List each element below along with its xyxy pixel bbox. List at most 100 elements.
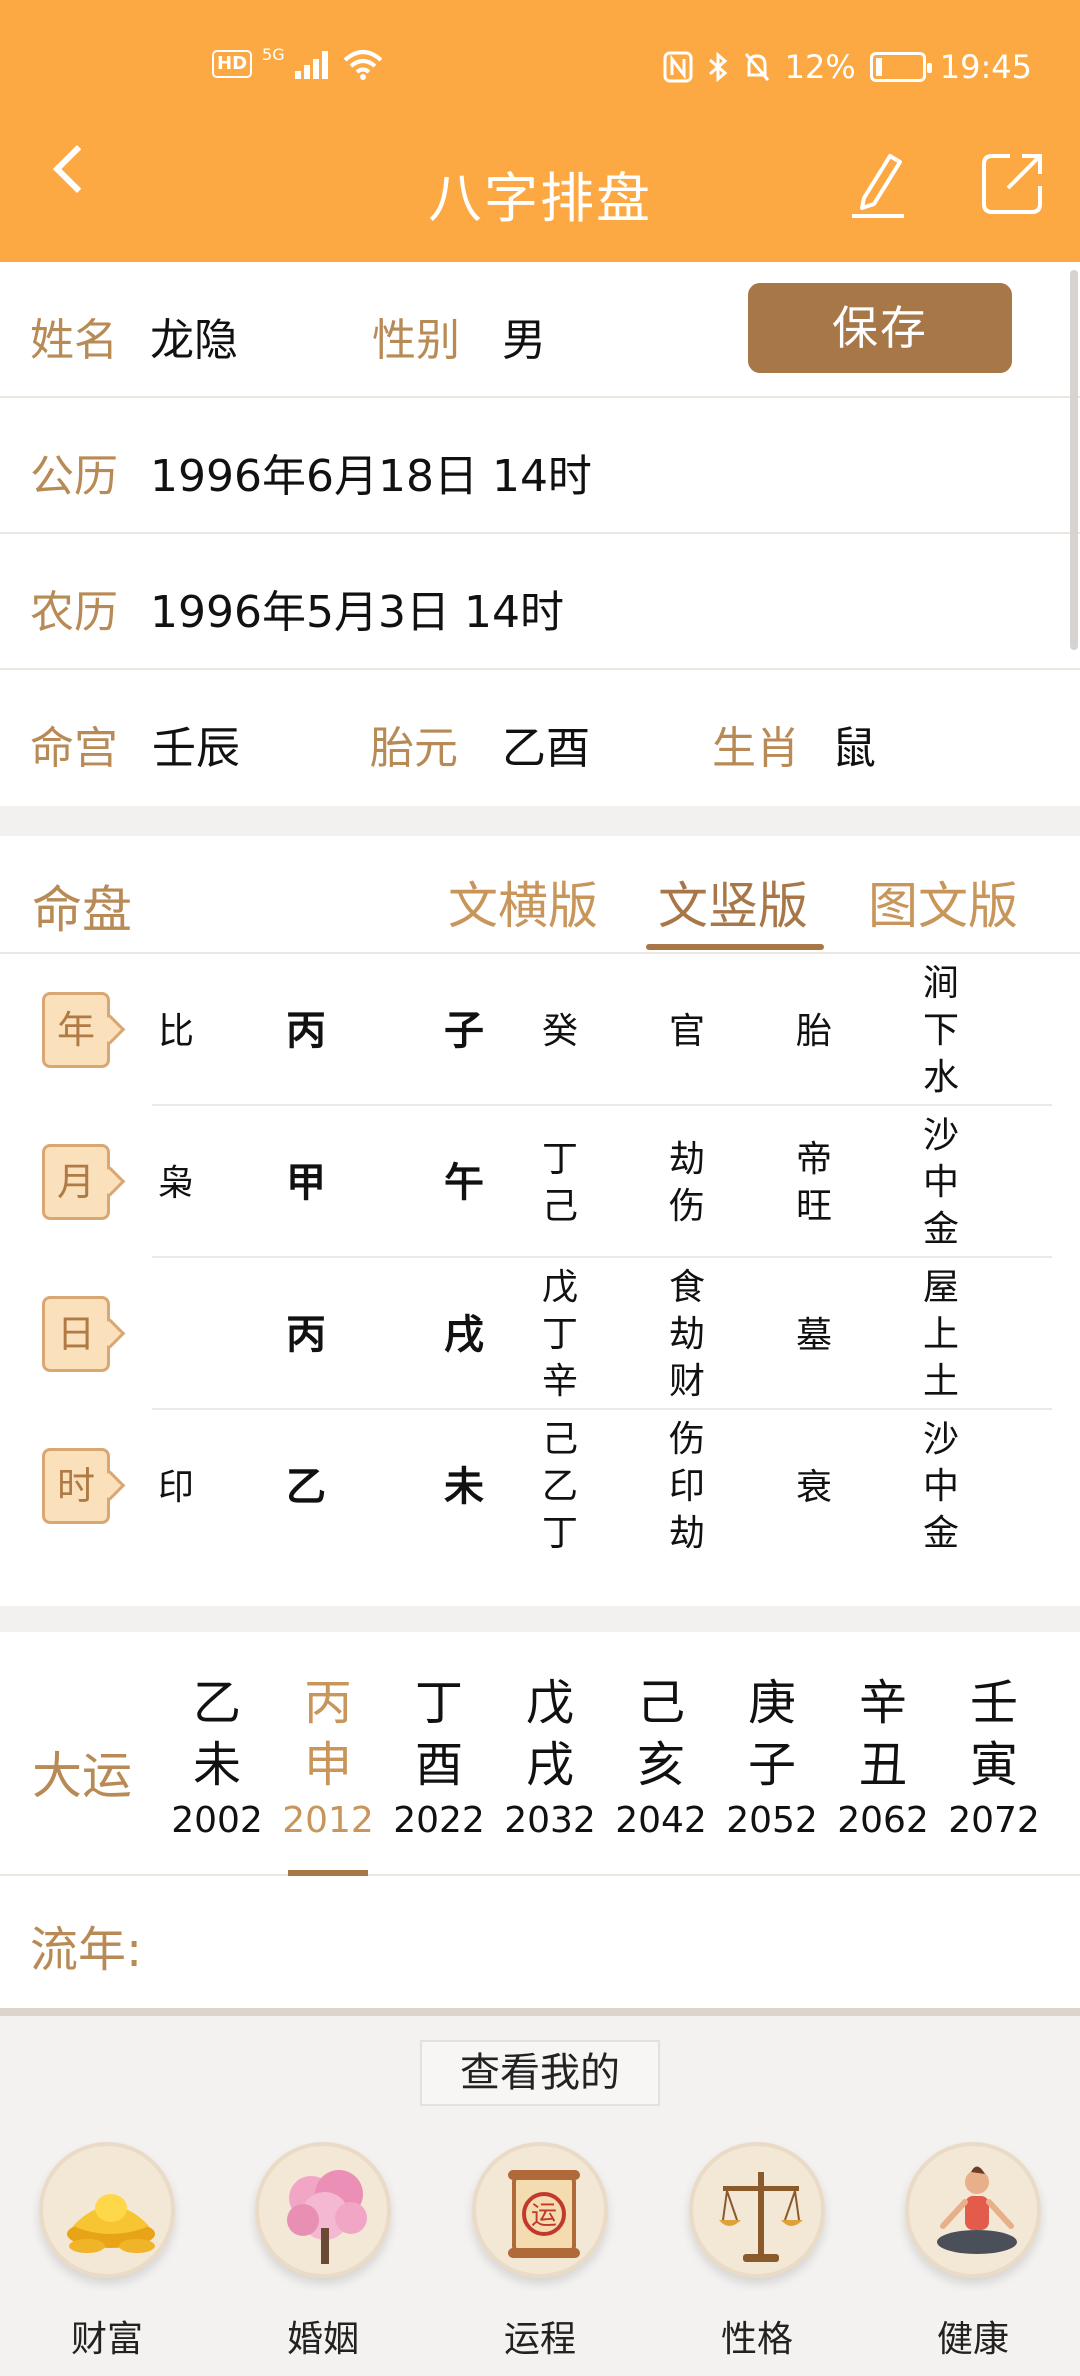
feature-personality[interactable]: 性格	[682, 2142, 832, 2362]
nayin: 沙中金	[923, 1115, 960, 1250]
lunar-row: 农历 1996年5月3日 14时	[0, 534, 1080, 670]
feature-health[interactable]: 健康	[898, 2142, 1048, 2362]
name-row: 姓名 龙隐 性别 男 保存	[0, 262, 1080, 398]
taiyuan-value: 乙酉	[502, 723, 590, 774]
tab-illustrated[interactable]: 图文版	[868, 866, 1018, 938]
dayun-stem: 己	[636, 1675, 685, 1731]
feature-label: 性格	[720, 2319, 793, 2360]
dayun-branch: 亥	[636, 1737, 685, 1793]
hd-icon: HD	[212, 50, 253, 78]
dayun-item[interactable]: 己 亥 2042	[606, 1672, 716, 1841]
dayun-year: 2042	[615, 1800, 707, 1841]
dayun-item[interactable]: 戊 戌 2032	[495, 1672, 605, 1841]
dayun-year: 2062	[837, 1800, 929, 1841]
feature-label: 健康	[936, 2319, 1009, 2360]
hidden-stems: 丁己	[542, 1139, 579, 1227]
hidden-gods: 官	[668, 1011, 705, 1052]
bluetooth-icon	[708, 51, 727, 83]
dayun-stem: 丁	[414, 1675, 463, 1731]
battery-percent: 12%	[784, 48, 856, 86]
dayun-stem: 庚	[747, 1675, 796, 1731]
hidden-gods: 劫伤	[669, 1139, 706, 1227]
heavenly-stem: 丙	[286, 1008, 326, 1054]
earthly-branch: 午	[444, 1160, 484, 1206]
liunian-row: 流年:	[0, 1876, 1080, 2008]
lunar-date: 1996年5月3日 14时	[150, 587, 564, 638]
feature-label: 婚姻	[286, 2319, 359, 2360]
dayun-branch: 子	[747, 1737, 796, 1793]
tab-horizontal[interactable]: 文横版	[448, 866, 598, 938]
clock: 19:45	[939, 48, 1032, 86]
battery-icon	[869, 52, 932, 82]
mute-bell-icon	[744, 53, 769, 81]
page-title: 八字排盘	[428, 167, 652, 230]
hidden-gods: 食劫财	[669, 1267, 706, 1402]
minggong-value: 壬辰	[152, 723, 240, 774]
hidden-stems: 癸	[541, 1011, 578, 1052]
pillar-row: 年 比 丙 子 癸 官 胎 涧下水	[0, 956, 1080, 1106]
dayun-stem: 乙	[192, 1675, 241, 1731]
dayun-stem: 壬	[969, 1675, 1018, 1731]
dayun-branch: 未	[192, 1737, 241, 1793]
wifi-icon	[343, 50, 382, 80]
nfc-icon	[663, 51, 693, 83]
feature-wealth[interactable]: 财富	[32, 2142, 182, 2362]
signal-icon	[294, 49, 333, 79]
edit-pencil-icon[interactable]	[850, 150, 906, 220]
dayun-year: 2072	[948, 1800, 1040, 1841]
life-stage: 衰	[795, 1467, 832, 1508]
dayun-branch: 申	[303, 1737, 352, 1793]
dayun-item[interactable]: 庚 子 2052	[717, 1672, 827, 1841]
name-value: 龙隐	[150, 315, 238, 366]
hidden-stems: 己乙丁	[542, 1419, 579, 1554]
feature-label: 财富	[70, 2319, 143, 2360]
tab-vertical[interactable]: 文竖版	[658, 866, 808, 938]
pillar-row: 月 枭 甲 午 丁己 劫伤 帝旺 沙中金	[0, 1108, 1080, 1258]
taiyuan-label: 胎元	[370, 723, 458, 774]
lunar-label: 农历	[30, 587, 118, 638]
minggong-label: 命宫	[30, 723, 118, 774]
liunian-label: 流年:	[30, 1922, 143, 1978]
scrollbar[interactable]	[1070, 270, 1078, 650]
dayun-item[interactable]: 辛 丑 2062	[828, 1672, 938, 1841]
save-button[interactable]: 保存	[748, 283, 1012, 373]
chart-heading: 命盘	[32, 881, 132, 939]
chart-panel: 命盘 文横版 文竖版 图文版 年 比 丙 子 癸 官 胎 涧下水 月 枭 甲 午…	[0, 836, 1080, 1606]
earthly-branch: 未	[444, 1464, 484, 1510]
pillar-badge: 日	[42, 1296, 110, 1372]
view-mine-title: 查看我的	[420, 2040, 660, 2106]
dayun-year: 2002	[171, 1800, 263, 1841]
dayun-item[interactable]: 乙 未 2002	[162, 1672, 272, 1841]
dayun-item-selected[interactable]: 丙 申 2012	[273, 1672, 383, 1841]
earthly-branch: 子	[444, 1008, 484, 1054]
hidden-stems: 戊丁辛	[542, 1267, 579, 1402]
dayun-branch: 戌	[525, 1737, 574, 1793]
pillar-badge: 年	[42, 992, 110, 1068]
app-header: HD 5G 12% 19:45 八字排盘	[0, 0, 1080, 262]
dayun-item[interactable]: 壬 寅 2072	[939, 1672, 1049, 1841]
heavenly-stem: 乙	[286, 1464, 326, 1510]
gender-label: 性别	[372, 315, 460, 366]
life-stage: 墓	[795, 1315, 832, 1356]
zodiac-label: 生肖	[712, 723, 800, 774]
chart-tabs: 命盘 文横版 文竖版 图文版	[0, 836, 1080, 954]
life-stage: 帝旺	[796, 1139, 833, 1227]
blossom-tree-icon	[255, 2142, 391, 2278]
share-icon[interactable]	[980, 150, 1046, 216]
fortune-scroll-icon: 运	[472, 2142, 608, 2278]
ten-god: 枭	[157, 1163, 194, 1204]
pillar-row: 时 印 乙 未 己乙丁 伤印劫 衰 沙中金	[0, 1412, 1080, 1562]
feature-fortune[interactable]: 运 运程	[465, 2142, 615, 2362]
feature-marriage[interactable]: 婚姻	[248, 2142, 398, 2362]
dayun-stem: 丙	[303, 1675, 352, 1731]
balance-scale-icon	[689, 2142, 825, 2278]
nayin: 涧下水	[923, 963, 960, 1098]
feature-label: 运程	[503, 2319, 576, 2360]
dayun-stem: 辛	[858, 1675, 907, 1731]
feature-bar: 查看我的 财富 婚姻 运 运程 性格 健康	[0, 2016, 1080, 2376]
gold-ingot-icon	[39, 2142, 175, 2278]
gender-value: 男	[502, 315, 546, 366]
dayun-item[interactable]: 丁 酉 2022	[384, 1672, 494, 1841]
heavenly-stem: 甲	[286, 1160, 326, 1206]
zodiac-value: 鼠	[832, 723, 876, 774]
